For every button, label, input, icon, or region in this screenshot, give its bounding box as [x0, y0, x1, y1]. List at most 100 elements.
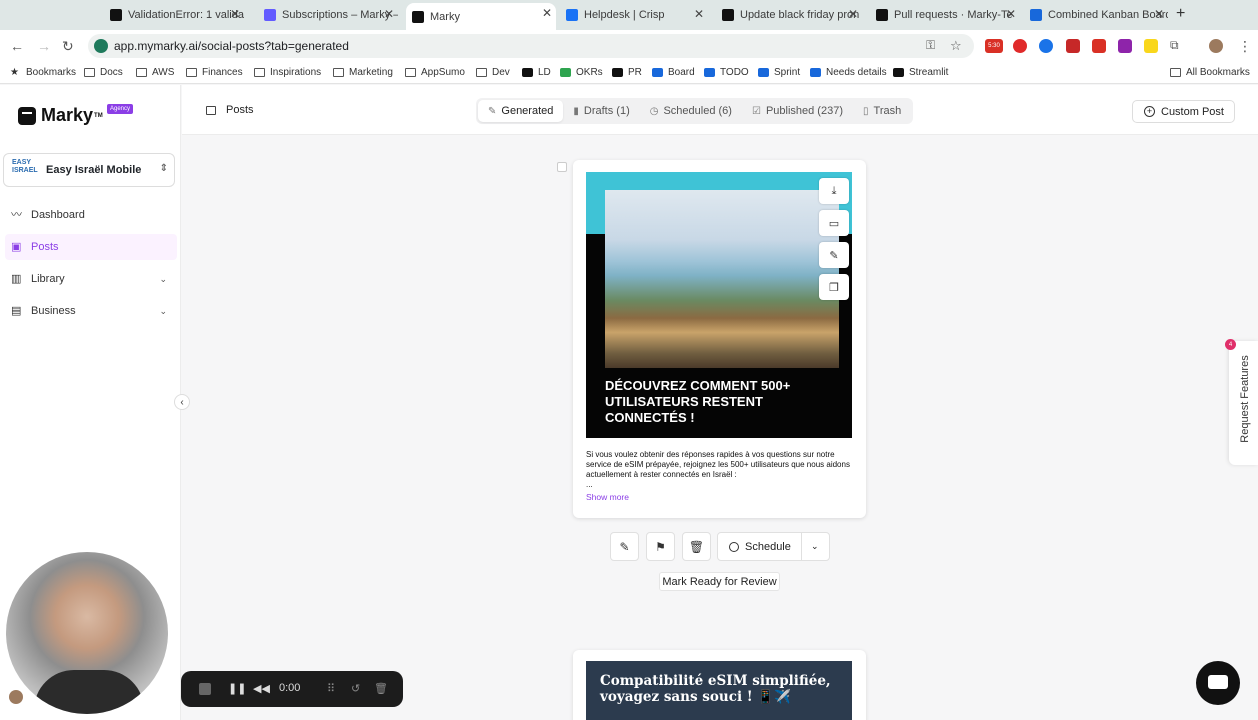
bookmark-item[interactable]: AWS: [136, 67, 174, 78]
marky-logo[interactable]: Marky TM: [18, 105, 103, 126]
password-key-icon[interactable]: ⚿: [926, 38, 935, 53]
restart-icon[interactable]: ↺: [351, 682, 360, 695]
tab-favicon: [264, 9, 276, 21]
trademark: TM: [94, 112, 103, 119]
bookmark-item[interactable]: Board: [652, 67, 695, 78]
post-status-tabs: ✎ Generated ▮ Drafts (1) ◷ Scheduled (6) ☑ Publ…: [476, 98, 914, 124]
bookmark-label: AWS: [152, 67, 175, 78]
tab-published[interactable]: ☑ Published (237): [742, 100, 853, 122]
extension-icon[interactable]: 5:30: [985, 39, 1003, 53]
chat-widget-button[interactable]: [1196, 661, 1240, 705]
close-tab-icon[interactable]: ✕: [1154, 7, 1164, 21]
check-icon: ☑: [751, 105, 761, 117]
edit-image-icon[interactable]: ✎: [819, 242, 849, 268]
grid-icon[interactable]: ⠿: [327, 682, 335, 695]
caption-ellipsis: ...: [586, 480, 593, 489]
post-select-checkbox[interactable]: [557, 162, 567, 172]
extension-icon[interactable]: [1092, 39, 1106, 53]
sidebar-item-dashboard[interactable]: 〰 Dashboard: [5, 202, 177, 228]
page-title: Posts: [206, 104, 254, 116]
bookmark-item[interactable]: PR: [612, 67, 642, 78]
bookmark-item[interactable]: OKRs: [560, 67, 603, 78]
bookmark-item[interactable]: Needs details: [810, 67, 887, 78]
bookmark-item[interactable]: AppSumo: [405, 67, 465, 78]
sidebar-item-posts[interactable]: ▣ Posts: [5, 234, 177, 260]
extension-icon[interactable]: [1013, 39, 1027, 53]
browser-tab[interactable]: Combined Kanban Board ✕: [1024, 4, 1168, 26]
extension-icon[interactable]: [1066, 39, 1080, 53]
browser-tab[interactable]: Subscriptions – Marky – ✕: [258, 4, 398, 26]
close-tab-icon[interactable]: ✕: [384, 7, 394, 21]
rewind-icon[interactable]: ◀◀: [253, 682, 270, 695]
browser-tab[interactable]: ValidationError: 1 validat ✕: [104, 4, 244, 26]
extension-icon[interactable]: [1144, 39, 1158, 53]
profile-avatar[interactable]: [1209, 39, 1223, 53]
browser-tab[interactable]: Marky ✕: [406, 3, 556, 30]
bookmark-item[interactable]: Sprint: [758, 67, 800, 78]
bookmark-star-icon[interactable]: ☆: [950, 38, 962, 54]
show-more-link[interactable]: Show more: [586, 492, 629, 502]
bookmark-item[interactable]: TODO: [704, 67, 749, 78]
extension-icon[interactable]: [1118, 39, 1132, 53]
schedule-button[interactable]: Schedule ⌄: [717, 532, 830, 561]
schedule-label: Schedule: [745, 540, 791, 553]
close-tab-icon[interactable]: ✕: [694, 7, 704, 21]
pause-icon[interactable]: ❚❚: [228, 682, 246, 695]
comment-icon[interactable]: ▭: [819, 210, 849, 236]
close-tab-icon[interactable]: ✕: [230, 7, 240, 21]
bookmark-item[interactable]: Docs: [84, 67, 123, 78]
tab-generated[interactable]: ✎ Generated: [478, 100, 564, 122]
extensions-puzzle-icon[interactable]: ⧉: [1170, 38, 1179, 53]
save-draft-button[interactable]: ⚑: [646, 532, 675, 561]
close-tab-icon[interactable]: ✕: [848, 7, 858, 21]
tab-drafts[interactable]: ▮ Drafts (1): [563, 100, 639, 122]
tab-trash[interactable]: ▯ Trash: [853, 100, 911, 122]
stop-icon[interactable]: [199, 683, 211, 695]
edit-post-button[interactable]: ✎: [610, 532, 639, 561]
bookmark-item[interactable]: Dev: [476, 67, 510, 78]
reload-icon[interactable]: ↻: [62, 38, 74, 55]
bookmark-item[interactable]: LD: [522, 67, 551, 78]
request-features-tab[interactable]: Request Features: [1229, 341, 1258, 465]
workspace-selector[interactable]: EASY ISRAEL Easy Israël Mobile ⇕: [3, 153, 175, 187]
folder-icon: [84, 68, 95, 77]
browser-menu-icon[interactable]: ⋮: [1238, 38, 1252, 55]
folder-icon: [136, 68, 147, 77]
bookmark-item[interactable]: Finances: [186, 67, 243, 78]
site-info-icon[interactable]: [94, 39, 108, 53]
trash-icon[interactable]: 🗑: [374, 682, 388, 695]
extension-icon[interactable]: [1039, 39, 1053, 53]
bookmark-label: Needs details: [826, 67, 887, 78]
collapse-sidebar-button[interactable]: ‹: [174, 394, 190, 410]
chevron-down-icon[interactable]: ⌄: [811, 541, 819, 552]
download-icon[interactable]: ⤓: [819, 178, 849, 204]
post-creative-image[interactable]: DÉCOUVREZ COMMENT 500+ UTILISATEURS REST…: [586, 172, 852, 438]
bookmark-item[interactable]: Streamlit: [893, 67, 948, 78]
copy-icon[interactable]: ❐: [819, 274, 849, 300]
browser-tab[interactable]: Pull requests · Marky-Te ✕: [870, 4, 1020, 26]
browser-tab[interactable]: Helpdesk | Crisp ✕: [560, 4, 708, 26]
custom-post-button[interactable]: + Custom Post: [1132, 100, 1235, 123]
bookmark-item[interactable]: ★ Bookmarks: [10, 67, 76, 78]
bookmark-item[interactable]: Marketing: [333, 67, 393, 78]
request-features-label: Request Features: [1239, 355, 1251, 443]
close-tab-icon[interactable]: ✕: [1006, 7, 1016, 21]
close-tab-icon[interactable]: ✕: [542, 6, 552, 20]
bookmark-item[interactable]: Inspirations: [254, 67, 321, 78]
new-tab-button[interactable]: +: [1176, 5, 1185, 23]
mark-ready-button[interactable]: Mark Ready for Review: [659, 572, 780, 591]
forward-icon[interactable]: →: [37, 38, 51, 54]
sidebar-item-label: Posts: [31, 241, 59, 253]
sidebar-item-business[interactable]: ▤ Business ⌄: [5, 298, 177, 324]
sidebar-item-library[interactable]: ▥ Library ⌄: [5, 266, 177, 292]
tab-scheduled[interactable]: ◷ Scheduled (6): [640, 100, 742, 122]
site-icon: [704, 68, 715, 77]
delete-post-button[interactable]: 🗑: [682, 532, 711, 561]
browser-tab[interactable]: Update black friday pron ✕: [716, 4, 862, 26]
post-creative-image[interactable]: Compatibilité eSIM simplifiée, voyagez s…: [586, 661, 852, 720]
user-avatar[interactable]: [9, 690, 23, 704]
back-icon[interactable]: ←: [10, 38, 24, 54]
library-icon: ▥: [11, 273, 22, 285]
all-bookmarks[interactable]: All Bookmarks: [1170, 67, 1250, 78]
url-field[interactable]: app.mymarky.ai/social-posts?tab=generate…: [88, 34, 974, 58]
